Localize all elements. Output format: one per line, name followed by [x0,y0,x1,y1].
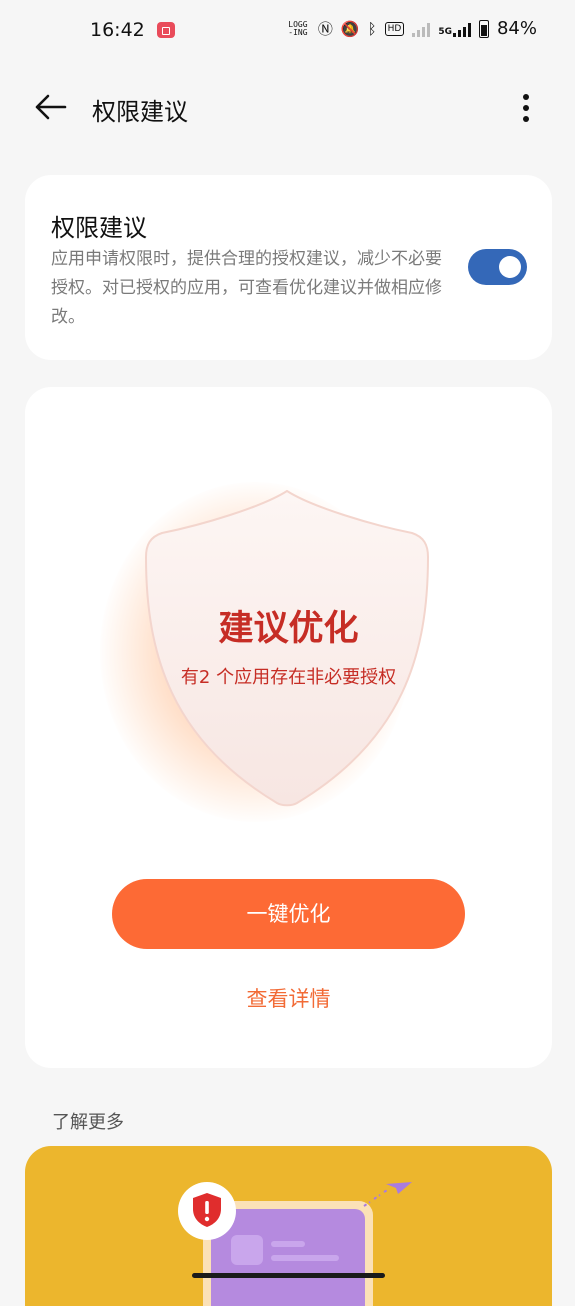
warning-shield-icon [193,1193,221,1227]
logging-indicator: LOGG -ING [286,20,310,37]
status-icons: LOGG -ING Ⓝ 🔕 ᛒ HD 5G 84% [286,18,537,39]
status-bar: 16:42 LOGG -ING Ⓝ 🔕 ᛒ HD 5G 84% [0,0,575,60]
battery-icon [478,19,489,38]
mute-icon: 🔕 [340,19,360,38]
setting-description: 应用申请权限时，提供合理的授权建议，减少不必要授权。对已授权的应用，可查看优化建… [51,249,442,327]
one-click-optimize-button[interactable]: 一键优化 [112,879,465,949]
hd-icon: HD [384,21,405,36]
back-arrow-icon[interactable] [34,92,68,122]
nfc-icon: Ⓝ [317,19,333,38]
status-title: 建议优化 [218,609,359,649]
paper-plane-icon [363,1182,412,1207]
app-bar: 权限建议 [0,80,575,136]
network-type: 5G [438,26,452,37]
optimization-status-card: 建议优化 有2 个应用存在非必要授权 一键优化 查看详情 [25,387,552,1068]
battery-percentage: 84% [496,18,537,39]
toggle-knob [499,256,521,278]
warning-badge [178,1182,236,1240]
signal-icon-sim1 [412,21,431,37]
screen-record-icon [157,22,175,38]
logging-line-2: -ING [288,27,308,37]
setting-title: 权限建议 [51,214,147,242]
learn-more-banner[interactable] [25,1146,552,1306]
learn-more-label: 了解更多 [52,1112,124,1133]
permission-setting-card: 权限建议 应用申请权限时，提供合理的授权建议，减少不必要授权。对已授权的应用，可… [25,175,552,360]
view-details-link[interactable]: 查看详情 [25,983,552,1013]
home-indicator[interactable] [192,1273,385,1278]
signal-icon: 5G [438,21,471,37]
status-subtitle: 有2 个应用存在非必要授权 [180,667,397,688]
status-time: 16:42 [90,19,145,41]
permission-suggestion-toggle[interactable] [468,249,527,285]
more-options-icon[interactable] [516,94,536,124]
bluetooth-icon: ᛒ [367,19,377,38]
page-title: 权限建议 [92,98,188,126]
